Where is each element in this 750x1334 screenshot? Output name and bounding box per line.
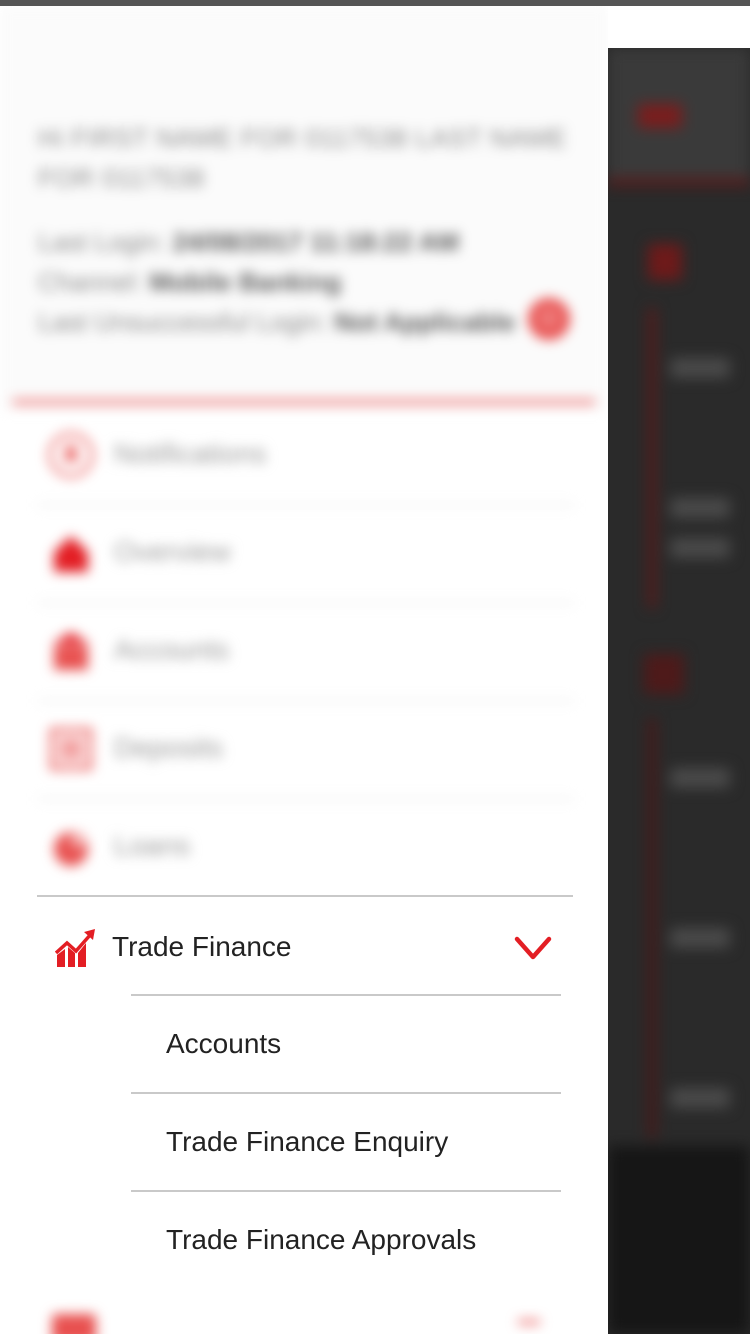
submenu-item-label: Trade Finance Enquiry: [166, 1126, 449, 1157]
menu-item-overview[interactable]: Overview: [38, 504, 574, 604]
menu-item-label: Notifications: [114, 438, 267, 469]
navigation-drawer: Hi FIRST NAME FOR 0117538 LAST NAME FOR …: [0, 6, 608, 1334]
submenu-item-label: Trade Finance Approvals: [166, 1224, 477, 1255]
trend-chart-icon: [55, 929, 95, 967]
bell-icon: [48, 432, 94, 478]
menu-item-label: Loans: [114, 830, 191, 861]
submenu-item-accounts[interactable]: Accounts: [131, 994, 561, 1092]
deposit-icon: [50, 728, 92, 770]
submenu-item-trade-finance-approvals[interactable]: Trade Finance Approvals: [131, 1190, 561, 1288]
unsuccessful-login-value: Not Applicable: [334, 307, 516, 337]
home-icon: [54, 536, 88, 572]
user-greeting: Hi FIRST NAME FOR 0117538 LAST NAME FOR …: [38, 123, 567, 193]
trade-finance-section: Trade Finance Accounts Trade Finance Enq…: [0, 895, 608, 1288]
submenu-item-label: Accounts: [166, 1028, 282, 1059]
chevron-down-icon[interactable]: [513, 929, 553, 969]
loan-icon: [54, 832, 88, 866]
channel-label: Channel:: [38, 267, 143, 297]
menu-item-notifications[interactable]: Notifications: [38, 406, 574, 506]
background-screen-overlay[interactable]: [608, 48, 750, 1334]
channel-value: Mobile Banking: [149, 267, 342, 297]
menu-item-deposits[interactable]: Deposits: [38, 700, 574, 800]
trade-finance-label: Trade Finance: [112, 931, 292, 962]
menu-item-accounts[interactable]: Accounts: [38, 602, 574, 702]
last-login-value: 24/08/2017 11:18:22 AM: [172, 227, 460, 257]
menu-item-label: Accounts: [114, 634, 230, 665]
login-info: Last Login: 24/08/2017 11:18:22 AM Chann…: [38, 222, 538, 342]
unsuccessful-login-label: Last Unsuccessful Login:: [38, 307, 328, 337]
menu-item-label: Overview: [114, 536, 231, 567]
submenu-item-trade-finance-enquiry[interactable]: Trade Finance Enquiry: [131, 1092, 561, 1190]
header-divider: [12, 399, 596, 405]
power-icon[interactable]: ⏻: [528, 298, 570, 340]
menu-item-label: Deposits: [114, 732, 223, 763]
bottom-bar: [608, 1146, 750, 1334]
menu-item-partial: [38, 1296, 574, 1334]
user-header: Hi FIRST NAME FOR 0117538 LAST NAME FOR …: [0, 6, 608, 411]
menu-item-trade-finance[interactable]: Trade Finance: [37, 897, 573, 995]
last-login-label: Last Login:: [38, 227, 166, 257]
menu-item-loans[interactable]: Loans: [38, 798, 574, 896]
app-bar: [608, 48, 750, 178]
bank-icon: [52, 632, 90, 670]
